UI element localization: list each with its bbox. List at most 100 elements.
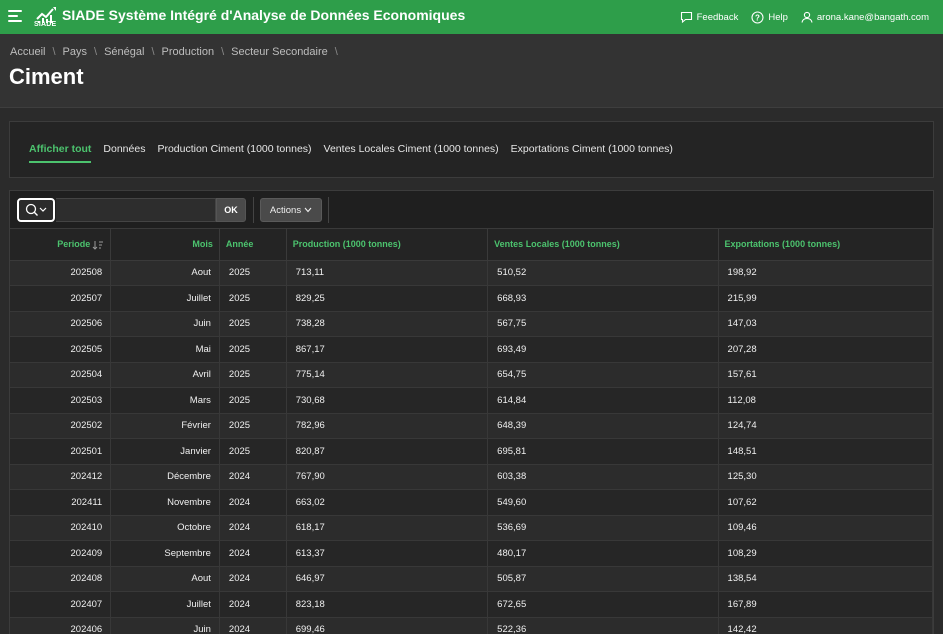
breadcrumb-senegal[interactable]: Sénégal [104,46,144,58]
table-row: 202408 Aout 2024 646,97 505,87 138,54 [10,566,933,592]
periode-cell: 202508 [10,260,112,286]
ventes-locales-cell: 510,52 [487,260,719,286]
production-cell: 829,25 [286,285,489,312]
exportations-cell: 107,62 [718,489,933,516]
interactive-report: OK Actions Periode Mois Année Production… [9,190,934,634]
svg-text:?: ? [755,13,760,22]
production-cell: 699,46 [286,617,489,634]
periode-cell: 202504 [10,362,112,388]
table-row: 202501 Janvier 2025 820,87 695,81 148,51 [10,438,933,465]
breadcrumb-separator: \ [94,46,98,58]
data-table: Periode Mois Année Production (1000 tonn… [10,229,933,634]
exportations-cell: 112,08 [718,387,933,414]
help-label: Help [768,11,788,23]
annee-cell: 2025 [219,311,287,337]
table-row: 202506 Juin 2025 738,28 567,75 147,03 [10,311,933,337]
search-input[interactable] [56,198,216,222]
ventes-locales-cell: 693,49 [487,336,719,363]
periode-cell: 202408 [10,566,112,592]
exportations-cell: 167,89 [718,591,933,618]
production-cell: 713,11 [286,260,489,286]
ventes-locales-cell: 695,81 [487,438,719,465]
actions-label: Actions [269,204,302,216]
annee-cell: 2024 [219,540,287,567]
mois-cell: Janvier [110,438,220,465]
annee-cell: 2024 [219,489,287,516]
table-row: 202505 Mai 2025 867,17 693,49 207,28 [10,336,933,363]
table-row: 202412 Décembre 2024 767,90 603,38 125,30 [10,464,933,490]
mois-cell: Septembre [110,540,220,567]
feedback-link[interactable]: Feedback [680,11,739,23]
column-header-annee[interactable]: Année [219,229,287,261]
exportations-cell: 138,54 [718,566,933,592]
ventes-locales-cell: 505,87 [487,566,719,592]
annee-cell: 2024 [219,464,287,490]
annee-cell: 2024 [219,515,287,541]
hamburger-menu-icon[interactable] [8,10,22,22]
user-menu[interactable]: arona.kane@bangath.com [801,11,929,23]
table-row: 202406 Juin 2024 699,46 522,36 142,42 [10,617,933,634]
production-cell: 782,96 [286,413,489,439]
exportations-cell: 148,51 [718,438,933,465]
production-cell: 867,17 [286,336,489,363]
mois-cell: Décembre [110,464,220,490]
mois-cell: Juin [110,617,220,634]
tab-production-ciment[interactable]: Production Ciment (1000 tonnes) [157,143,311,163]
help-link[interactable]: ? Help [751,10,788,24]
report-toolbar: OK Actions [10,191,933,229]
user-email: arona.kane@bangath.com [816,11,929,23]
logo-text: SIADE [34,21,57,28]
production-cell: 767,90 [286,464,489,490]
app-title[interactable]: SIADE Système Intégré d'Analyse de Donné… [62,7,465,23]
periode-cell: 202505 [10,336,112,363]
exportations-cell: 109,46 [718,515,933,541]
table-row: 202410 Octobre 2024 618,17 536,69 109,46 [10,515,933,541]
tab-donnees[interactable]: Données [103,143,145,163]
breadcrumb-pays[interactable]: Pays [63,46,87,58]
table-row: 202502 Février 2025 782,96 648,39 124,74 [10,413,933,439]
annee-cell: 2024 [219,591,287,618]
sort-descending-icon[interactable] [92,240,104,250]
column-header-exportations[interactable]: Exportations (1000 tonnes) [718,229,933,261]
breadcrumb-secteur-secondaire[interactable]: Secteur Secondaire [231,46,328,58]
annee-cell: 2025 [219,413,287,439]
breadcrumb-production[interactable]: Production [162,46,215,58]
exportations-cell: 108,29 [718,540,933,567]
column-header-ventes-locales[interactable]: Ventes Locales (1000 tonnes) [487,229,719,261]
column-header-production[interactable]: Production (1000 tonnes) [286,229,489,261]
tabs-region: Afficher tout Données Production Ciment … [9,121,934,178]
table-row: 202504 Avril 2025 775,14 654,75 157,61 [10,362,933,388]
mois-cell: Mars [110,387,220,414]
actions-menu-button[interactable]: Actions [260,198,322,222]
tab-ventes-locales-ciment[interactable]: Ventes Locales Ciment (1000 tonnes) [324,143,499,163]
tab-exportations-ciment[interactable]: Exportations Ciment (1000 tonnes) [511,143,673,163]
annee-cell: 2025 [219,438,287,465]
table-body: 202508 Aout 2025 713,11 510,52 198,92 202507 Ju… [10,260,933,634]
breadcrumb-accueil[interactable]: Accueil [10,46,45,58]
ventes-locales-cell: 603,38 [487,464,719,490]
annee-cell: 2025 [219,285,287,312]
mois-cell: Mai [110,336,220,363]
annee-cell: 2025 [219,336,287,363]
mois-cell: Aout [110,260,220,286]
column-header-mois[interactable]: Mois [110,229,220,261]
periode-cell: 202506 [10,311,112,337]
periode-cell: 202411 [10,489,112,516]
periode-cell: 202501 [10,438,112,465]
search-column-selector[interactable] [17,198,55,222]
help-icon: ? [751,10,764,24]
feedback-label: Feedback [696,11,739,23]
annee-cell: 2025 [219,387,287,414]
ok-button[interactable]: OK [216,198,246,222]
exportations-cell: 198,92 [718,260,933,286]
mois-cell: Avril [110,362,220,388]
periode-cell: 202406 [10,617,112,634]
breadcrumb-separator: \ [151,46,155,58]
table-row: 202503 Mars 2025 730,68 614,84 112,08 [10,387,933,414]
exportations-cell: 157,61 [718,362,933,388]
ventes-locales-cell: 614,84 [487,387,719,414]
tab-afficher-tout[interactable]: Afficher tout [29,143,92,163]
annee-cell: 2024 [219,566,287,592]
column-header-periode[interactable]: Periode [10,229,112,261]
page-title: Ciment [9,64,84,89]
